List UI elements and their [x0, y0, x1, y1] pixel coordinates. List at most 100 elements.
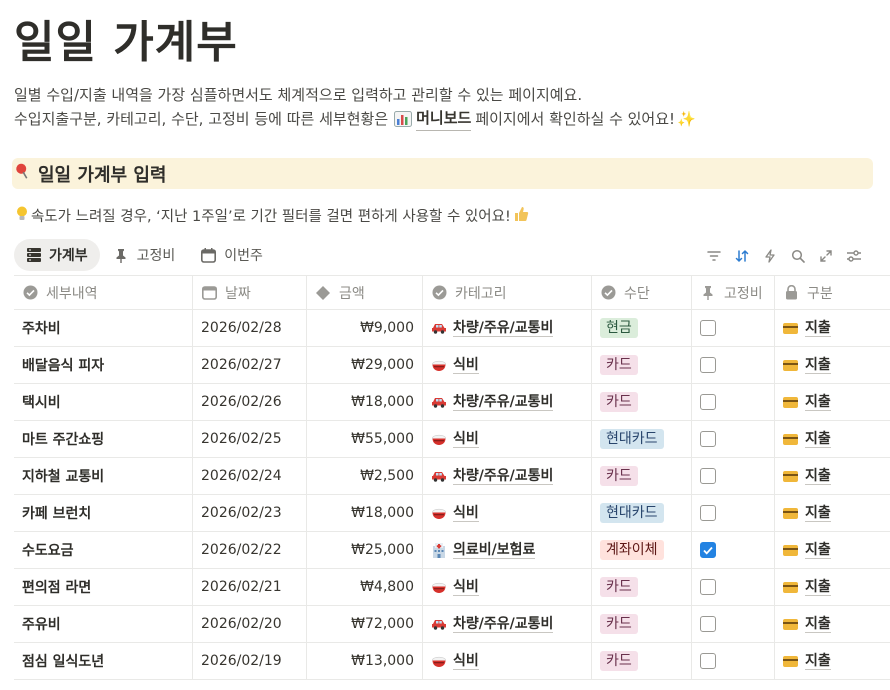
fixed-checkbox[interactable]	[700, 505, 716, 521]
type-relation[interactable]: 지출	[783, 579, 831, 596]
table-row[interactable]: 배달음식 피자 2026/02/27 ₩29,000 식비 카드 지출	[14, 347, 890, 384]
cell-method[interactable]: 현대카드	[592, 421, 692, 457]
type-relation[interactable]: 지출	[783, 320, 831, 337]
table-row[interactable]: 편의점 라면 2026/02/21 ₩4,800 식비 카드 지출	[14, 569, 890, 606]
category-relation[interactable]: 식비	[431, 505, 479, 522]
cell-fixed[interactable]	[692, 347, 775, 383]
table-row[interactable]: 주차비 2026/02/28 ₩9,000 차량/주유/교통비 현금 지출	[14, 310, 890, 347]
cell-category[interactable]: 식비	[423, 347, 592, 383]
type-relation[interactable]: 지출	[783, 616, 831, 633]
tab-gagyebu[interactable]: 가계부	[14, 239, 100, 271]
cell-amount[interactable]: ₩13,000	[307, 643, 423, 679]
cell-amount[interactable]: ₩55,000	[307, 421, 423, 457]
cell-detail[interactable]: 주유비	[14, 606, 193, 642]
column-header-date[interactable]: 날짜	[193, 276, 307, 309]
cell-type[interactable]: 지출	[775, 310, 890, 346]
fixed-checkbox[interactable]	[700, 431, 716, 447]
cell-date[interactable]: 2026/02/23	[193, 495, 307, 531]
table-row[interactable]: 점심 일식도년 2026/02/19 ₩13,000 식비 카드 지출	[14, 643, 890, 680]
type-relation[interactable]: 지출	[783, 542, 831, 559]
cell-type[interactable]: 지출	[775, 606, 890, 642]
table-row[interactable]: 택시비 2026/02/26 ₩18,000 차량/주유/교통비 카드 지출	[14, 384, 890, 421]
cell-amount[interactable]: ₩25,000	[307, 532, 423, 568]
type-relation[interactable]: 지출	[783, 394, 831, 411]
cell-type[interactable]: 지출	[775, 569, 890, 605]
cell-amount[interactable]: ₩9,000	[307, 310, 423, 346]
cell-amount[interactable]: ₩29,000	[307, 347, 423, 383]
cell-type[interactable]: 지출	[775, 495, 890, 531]
moneyboard-link[interactable]: 머니보드	[416, 107, 472, 131]
cell-category[interactable]: 식비	[423, 569, 592, 605]
table-row[interactable]: 주유비 2026/02/20 ₩72,000 차량/주유/교통비 카드 지출	[14, 606, 890, 643]
cell-detail[interactable]: 택시비	[14, 384, 193, 420]
cell-amount[interactable]: ₩2,500	[307, 458, 423, 494]
cell-fixed[interactable]	[692, 310, 775, 346]
lightning-icon[interactable]	[756, 246, 784, 266]
category-relation[interactable]: 의료비/보험료	[431, 542, 536, 559]
type-relation[interactable]: 지출	[783, 468, 831, 485]
cell-fixed[interactable]	[692, 384, 775, 420]
cell-detail[interactable]: 마트 주간쇼핑	[14, 421, 193, 457]
cell-fixed[interactable]	[692, 458, 775, 494]
cell-category[interactable]: 식비	[423, 643, 592, 679]
cell-category[interactable]: 차량/주유/교통비	[423, 384, 592, 420]
cell-type[interactable]: 지출	[775, 643, 890, 679]
cell-date[interactable]: 2026/02/20	[193, 606, 307, 642]
tab-this-week[interactable]: 이번주	[189, 239, 275, 271]
cell-date[interactable]: 2026/02/25	[193, 421, 307, 457]
cell-fixed[interactable]	[692, 532, 775, 568]
cell-fixed[interactable]	[692, 495, 775, 531]
cell-type[interactable]: 지출	[775, 458, 890, 494]
type-relation[interactable]: 지출	[783, 431, 831, 448]
filter-icon[interactable]	[700, 246, 728, 266]
fixed-checkbox[interactable]	[700, 468, 716, 484]
cell-method[interactable]: 카드	[592, 384, 692, 420]
cell-method[interactable]: 카드	[592, 569, 692, 605]
cell-method[interactable]: 카드	[592, 347, 692, 383]
fixed-checkbox[interactable]	[700, 653, 716, 669]
fixed-checkbox[interactable]	[700, 394, 716, 410]
fixed-checkbox[interactable]	[700, 357, 716, 373]
cell-detail[interactable]: 배달음식 피자	[14, 347, 193, 383]
cell-date[interactable]: 2026/02/22	[193, 532, 307, 568]
cell-fixed[interactable]	[692, 421, 775, 457]
category-relation[interactable]: 식비	[431, 579, 479, 596]
cell-date[interactable]: 2026/02/27	[193, 347, 307, 383]
cell-category[interactable]: 차량/주유/교통비	[423, 310, 592, 346]
column-header-category[interactable]: 카테고리	[423, 276, 592, 309]
cell-category[interactable]: 식비	[423, 495, 592, 531]
cell-fixed[interactable]	[692, 569, 775, 605]
table-row[interactable]: 카페 브런치 2026/02/23 ₩18,000 식비 현대카드 지출	[14, 495, 890, 532]
tab-fixed-cost[interactable]: 고정비	[102, 239, 188, 271]
cell-type[interactable]: 지출	[775, 384, 890, 420]
table-row[interactable]: 수도요금 2026/02/22 ₩25,000 의료비/보험료 계좌이체 지출	[14, 532, 890, 569]
cell-detail[interactable]: 지하철 교통비	[14, 458, 193, 494]
column-header-type[interactable]: 구분	[775, 276, 890, 309]
table-row[interactable]: 지하철 교통비 2026/02/24 ₩2,500 차량/주유/교통비 카드 지…	[14, 458, 890, 495]
settings-icon[interactable]	[840, 246, 868, 266]
type-relation[interactable]: 지출	[783, 357, 831, 374]
cell-detail[interactable]: 카페 브런치	[14, 495, 193, 531]
cell-detail[interactable]: 주차비	[14, 310, 193, 346]
column-header-fixed[interactable]: 고정비	[692, 276, 775, 309]
cell-date[interactable]: 2026/02/21	[193, 569, 307, 605]
column-header-method[interactable]: 수단	[592, 276, 692, 309]
cell-amount[interactable]: ₩18,000	[307, 495, 423, 531]
cell-method[interactable]: 현대카드	[592, 495, 692, 531]
cell-category[interactable]: 의료비/보험료	[423, 532, 592, 568]
fixed-checkbox[interactable]	[700, 579, 716, 595]
cell-type[interactable]: 지출	[775, 347, 890, 383]
cell-fixed[interactable]	[692, 643, 775, 679]
cell-date[interactable]: 2026/02/24	[193, 458, 307, 494]
category-relation[interactable]: 차량/주유/교통비	[431, 616, 554, 633]
sort-icon[interactable]	[728, 246, 756, 266]
cell-method[interactable]: 카드	[592, 606, 692, 642]
cell-detail[interactable]: 점심 일식도년	[14, 643, 193, 679]
cell-amount[interactable]: ₩4,800	[307, 569, 423, 605]
cell-detail[interactable]: 편의점 라면	[14, 569, 193, 605]
cell-type[interactable]: 지출	[775, 421, 890, 457]
cell-method[interactable]: 현금	[592, 310, 692, 346]
category-relation[interactable]: 식비	[431, 357, 479, 374]
cell-fixed[interactable]	[692, 606, 775, 642]
column-header-detail[interactable]: 세부내역	[14, 276, 193, 309]
